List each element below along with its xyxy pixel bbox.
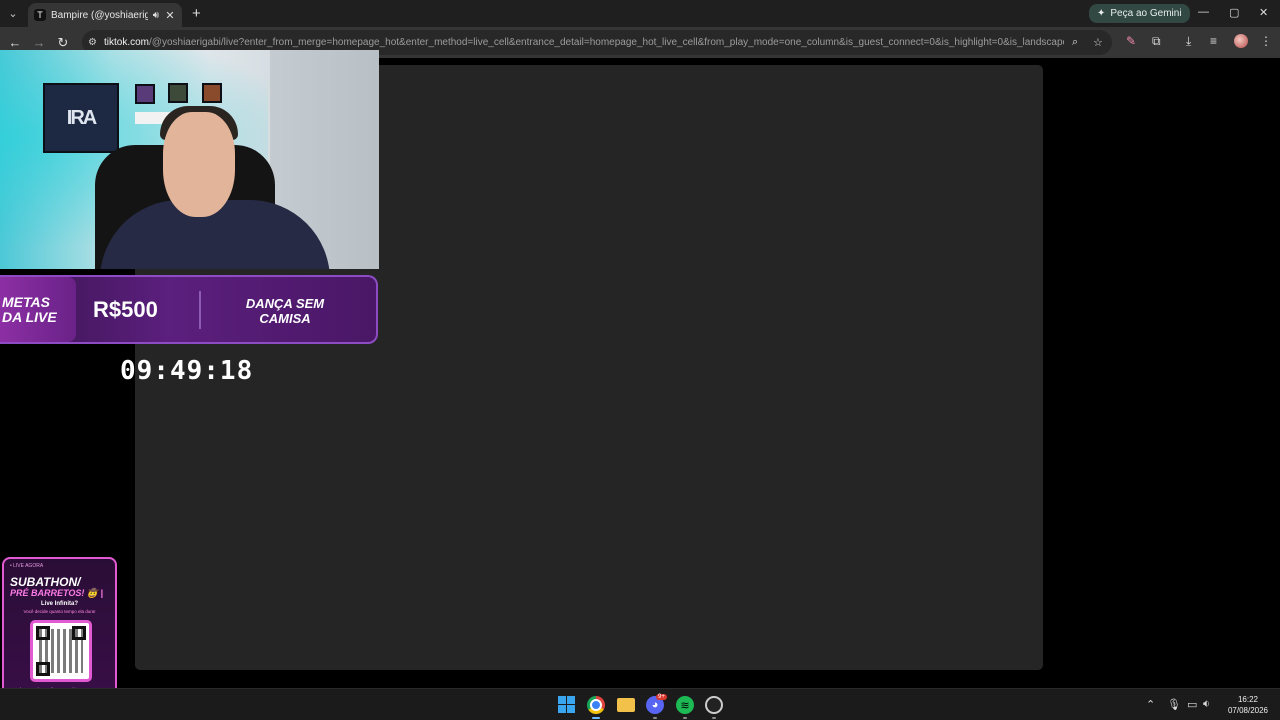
system-clock[interactable]: 16:22 07/08/2026 (1222, 694, 1274, 716)
webcam-feed: IRA (0, 50, 379, 269)
sparkle-icon: ✦ (1097, 8, 1106, 19)
reading-list-icon[interactable]: ≡ (1210, 34, 1217, 48)
subathon-subtitle: PRÉ BARRETOS! 🤠 | (10, 588, 104, 598)
clock-date: 07/08/2026 (1227, 706, 1269, 715)
obs-icon[interactable] (705, 696, 723, 714)
streamer-head (163, 112, 235, 217)
goal-label-line2: DA LIVE (2, 308, 57, 325)
wall-frame-small (135, 84, 155, 104)
extensions-puzzle-icon[interactable]: ⧉ (1152, 34, 1161, 49)
url-text[interactable]: tiktok.com/@yoshiaerigabi/live?enter_fro… (104, 37, 1064, 48)
maximize-button[interactable]: ▢ (1229, 6, 1239, 19)
goal-reward-line2: CAMISA (259, 311, 311, 326)
back-arrow-icon[interactable]: ← (3, 35, 27, 50)
goal-label: METAS DA LIVE (0, 277, 76, 342)
gemini-label: Peça ao Gemini (1110, 8, 1182, 19)
speaker-icon[interactable]: 🔊︎ (153, 10, 159, 21)
url-path: /@yoshiaerigabi/live?enter_from_merge=ho… (149, 37, 1064, 48)
qr-code-icon (30, 620, 92, 682)
network-icon[interactable]: ▭ (1187, 698, 1197, 711)
window-close-button[interactable]: ✕ (1259, 6, 1268, 19)
qr-corner (72, 626, 86, 640)
wall-frame-small (202, 83, 222, 103)
qr-corner (36, 626, 50, 640)
tiktok-favicon-icon: T (34, 9, 46, 21)
app-running-indicator (683, 717, 687, 719)
browser-tab-active[interactable]: T Bampire (@yoshiaerigabi) c 🔊︎ ✕ (28, 3, 182, 27)
live-goal-banner: METAS DA LIVE R$500 DANÇA SEM CAMISA (0, 275, 378, 344)
gemini-button[interactable]: ✦ Peça ao Gemini (1089, 4, 1190, 23)
tab-close-button[interactable]: ✕ (164, 9, 176, 22)
bookmark-star-icon[interactable]: ☆ (1093, 36, 1103, 49)
tab-strip: ⌄ T Bampire (@yoshiaerigabi) c 🔊︎ ✕ + (0, 0, 1280, 27)
windows-start-icon[interactable] (558, 696, 575, 713)
file-explorer-icon[interactable] (617, 698, 635, 712)
subathon-live-text: Live Infinita? (40, 601, 78, 607)
tab-title: Bampire (@yoshiaerigabi) c (51, 9, 148, 21)
tab-search-button[interactable]: ⌄ (0, 0, 26, 27)
app-running-indicator (653, 717, 657, 719)
microphone-icon[interactable]: 🎙︎ (1167, 698, 1181, 711)
wall-frame-small (168, 83, 188, 103)
reload-icon[interactable]: ↻ (51, 35, 75, 51)
subathon-title: SUBATHON/ (10, 575, 81, 589)
download-icon[interactable]: ⤓ (1186, 34, 1191, 49)
goal-label-line1: METAS (2, 293, 50, 310)
chrome-icon[interactable] (587, 696, 605, 714)
extension-pen-icon[interactable]: ✎ (1126, 34, 1136, 48)
zoom-icon[interactable]: ⌕ (1072, 36, 1078, 49)
minimize-button[interactable]: — (1198, 6, 1209, 18)
windows-taskbar: ◕ 9+ ≋ ⌃ 🎙︎ ▭ 🔉︎ 16:22 07/08/2026 (0, 688, 1280, 720)
wall-frame-shirt: IRA (43, 83, 119, 153)
discord-notification-badge: 9+ (656, 694, 667, 700)
subathon-tag: • LIVE AGORA (10, 563, 44, 569)
volume-icon[interactable]: 🔉︎ (1203, 698, 1210, 711)
menu-kebab-icon[interactable]: ⋮ (1260, 34, 1272, 48)
goal-reward-line1: DANÇA SEM (245, 296, 325, 311)
forward-arrow-icon[interactable]: → (27, 35, 51, 50)
subathon-timer: 09:49:18 (120, 356, 254, 386)
app-running-indicator (712, 717, 716, 719)
new-tab-button[interactable]: + (192, 5, 201, 22)
spotify-icon[interactable]: ≋ (676, 696, 694, 714)
url-host: tiktok.com (104, 37, 150, 48)
subathon-description: Você decide quanto tempo ela dura! (23, 609, 96, 614)
profile-avatar[interactable] (1234, 34, 1248, 48)
active-app-indicator (592, 717, 600, 719)
qr-corner (36, 662, 50, 676)
clock-time: 16:22 (1237, 695, 1259, 704)
goal-divider (199, 291, 201, 329)
site-info-icon[interactable]: ⚙ (88, 37, 104, 48)
goal-amount: R$500 (93, 297, 158, 322)
goal-reward: DANÇA SEM CAMISA (210, 296, 360, 326)
chevron-up-icon[interactable]: ⌃ (1146, 698, 1155, 711)
